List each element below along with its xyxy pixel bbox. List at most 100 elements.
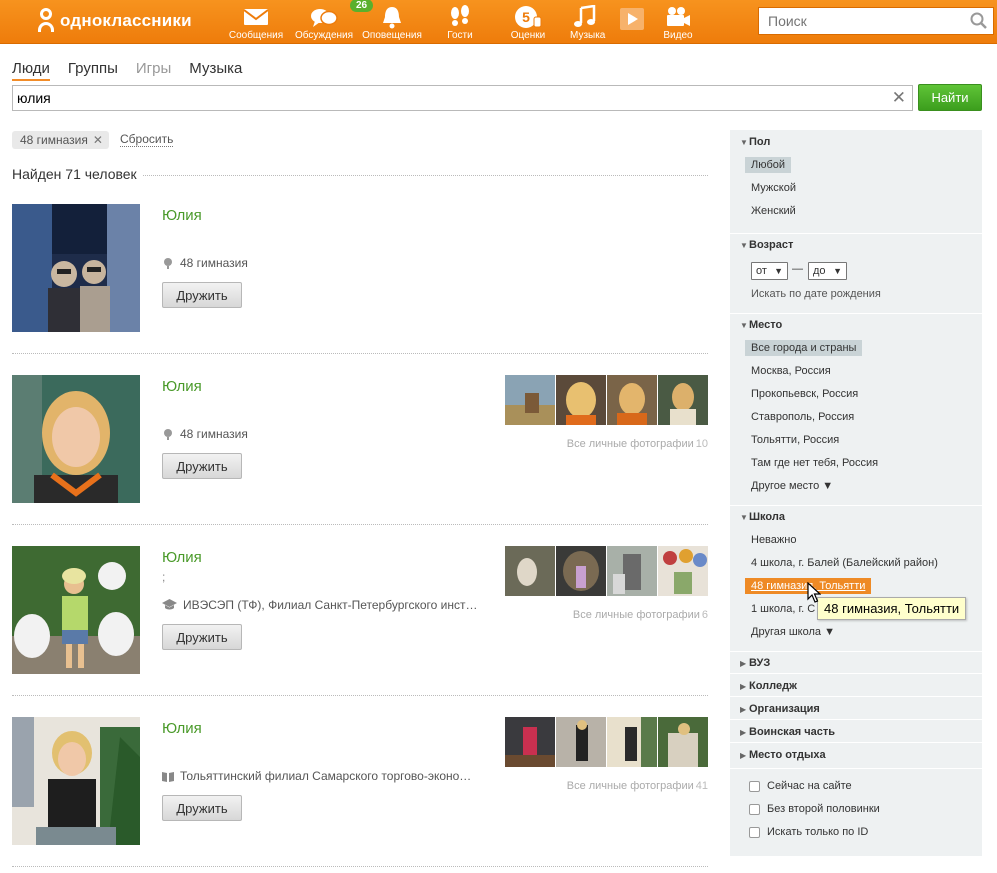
clear-icon[interactable]: ✕ (892, 89, 906, 107)
top-search-input[interactable] (759, 8, 959, 34)
person-name-link[interactable]: Юлия (162, 549, 202, 566)
place-option[interactable]: Ставрополь, Россия (751, 411, 854, 423)
school-option[interactable]: 4 школа, г. Балей (Балейский район) (751, 557, 938, 569)
age-from-select[interactable]: от ▼ (751, 262, 788, 280)
filter-section-school[interactable]: ▼Школа (740, 511, 785, 523)
dropdown-arrow-icon: ▼ (833, 266, 842, 276)
photo-thumbnail[interactable] (556, 717, 606, 767)
filter-section-military[interactable]: ▶ Воинская часть (740, 726, 835, 738)
all-photos-link[interactable]: Все личные фотографии 6 (573, 609, 708, 621)
place-option[interactable]: Тольятти, Россия (751, 434, 839, 446)
mouse-cursor-icon (807, 582, 821, 603)
tab-groups[interactable]: Группы (68, 60, 118, 81)
envelope-icon (243, 9, 269, 25)
result-card: Юлия Тольяттинский филиал Самарского тор… (12, 717, 708, 873)
avatar[interactable] (12, 717, 140, 845)
school-option[interactable]: Неважно (751, 534, 796, 546)
person-name-link[interactable]: Юлия (162, 720, 202, 737)
place-option[interactable]: Прокопьевск, Россия (751, 388, 858, 400)
rating-five-icon: 5 (515, 6, 542, 28)
add-friend-button[interactable]: Дружить (162, 282, 242, 308)
nav-music[interactable]: Музыка (562, 0, 644, 44)
remove-filter-icon[interactable]: ✕ (93, 133, 103, 147)
collapsed-icon: ▶ (740, 705, 747, 714)
filter-section-college[interactable]: ▶ Колледж (740, 680, 797, 692)
photo-thumbnail[interactable] (658, 717, 708, 767)
add-friend-button[interactable]: Дружить (162, 453, 242, 479)
logo[interactable]: одноклассники (36, 8, 192, 34)
avatar[interactable] (12, 546, 140, 674)
nav-discussions[interactable]: Обсуждения (290, 0, 358, 44)
photo-thumbnail[interactable] (658, 375, 708, 425)
photo-thumbnail[interactable] (607, 375, 657, 425)
school-option-other[interactable]: Другая школа ▼ (751, 626, 835, 638)
add-friend-button[interactable]: Дружить (162, 624, 242, 650)
section-title: Колледж (749, 680, 797, 692)
photo-thumbnail[interactable] (556, 546, 606, 596)
photo-thumbnail[interactable] (607, 717, 657, 767)
age-to-select[interactable]: до ▼ (808, 262, 847, 280)
filter-section-university[interactable]: ▶ ВУЗ (740, 657, 770, 669)
photo-thumbnail[interactable] (658, 546, 708, 596)
checkbox[interactable] (749, 803, 760, 815)
all-photos-link[interactable]: Все личные фотографии 10 (567, 438, 708, 450)
photo-thumbnail[interactable] (556, 375, 606, 425)
place-option-other[interactable]: Другое место ▼ (751, 480, 833, 492)
gender-option-male[interactable]: Мужской (751, 182, 796, 194)
avatar[interactable] (12, 375, 140, 503)
find-button[interactable]: Найти (918, 84, 982, 111)
person-school: 48 гимназия (162, 256, 248, 270)
photo-thumbnail[interactable] (505, 375, 555, 425)
all-photos-link[interactable]: Все личные фотографии 41 (567, 780, 708, 792)
nav-ratings[interactable]: 5 Оценки (494, 0, 562, 44)
people-search-input[interactable] (13, 86, 873, 110)
expanded-icon: ▼ (740, 321, 748, 330)
divider (730, 742, 982, 743)
place-option[interactable]: Москва, Россия (751, 365, 831, 377)
tab-people[interactable]: Люди (12, 60, 50, 81)
birthdate-search-link[interactable]: Искать по дате рождения (751, 288, 881, 300)
filter-section-gender[interactable]: ▼Пол (740, 136, 770, 148)
gender-option-female[interactable]: Женский (751, 205, 796, 217)
tab-games[interactable]: Игры (136, 60, 171, 81)
nav-video[interactable]: Видео (644, 0, 712, 44)
school-option[interactable]: 1 школа, г. С (751, 603, 815, 615)
filter-section-place[interactable]: ▼Место (740, 319, 782, 331)
nav-label: Обсуждения (294, 30, 354, 41)
filter-chip-label: 48 гимназия (20, 133, 88, 147)
result-card: Юлия 48 гимназия Дружить (12, 204, 708, 375)
online-now-checkbox[interactable]: Сейчас на сайте (749, 780, 852, 792)
single-checkbox[interactable]: Без второй половинки (749, 803, 880, 815)
collapsed-icon: ▶ (740, 728, 747, 737)
divider (730, 673, 982, 674)
gender-option-any[interactable]: Любой (745, 157, 792, 173)
reset-filters-link[interactable]: Сбросить (120, 133, 174, 147)
filter-section-vacation[interactable]: ▶ Место отдыха (740, 749, 826, 761)
photo-thumbnails (505, 717, 708, 767)
school-label: 48 гимназия (180, 256, 248, 270)
play-icon[interactable] (620, 8, 644, 30)
divider (730, 768, 982, 769)
nav-guests[interactable]: Гости (426, 0, 494, 44)
id-only-checkbox[interactable]: Искать только по ID (749, 826, 868, 838)
photo-thumbnail[interactable] (607, 546, 657, 596)
search-icon[interactable] (970, 12, 988, 30)
nav-messages[interactable]: Сообщения (222, 0, 290, 44)
photo-thumbnail[interactable] (505, 717, 555, 767)
filter-section-organization[interactable]: ▶ Организация (740, 703, 820, 715)
place-option-all[interactable]: Все города и страны (745, 340, 863, 356)
add-friend-button[interactable]: Дружить (162, 795, 242, 821)
person-name-link[interactable]: Юлия (162, 207, 202, 224)
tooltip: 48 гимназия, Тольятти (817, 597, 967, 620)
filter-section-age[interactable]: ▼Возраст (740, 239, 793, 251)
place-option[interactable]: Там где нет тебя, Россия (751, 457, 878, 469)
tab-music[interactable]: Музыка (189, 60, 242, 81)
age-to-value: до (813, 265, 826, 277)
divider (730, 651, 982, 652)
photo-thumbnail[interactable] (505, 546, 555, 596)
person-name-link[interactable]: Юлия (162, 378, 202, 395)
checkbox[interactable] (749, 780, 760, 792)
avatar[interactable] (12, 204, 140, 332)
checkbox[interactable] (749, 826, 760, 838)
chat-bubbles-icon (311, 9, 338, 27)
